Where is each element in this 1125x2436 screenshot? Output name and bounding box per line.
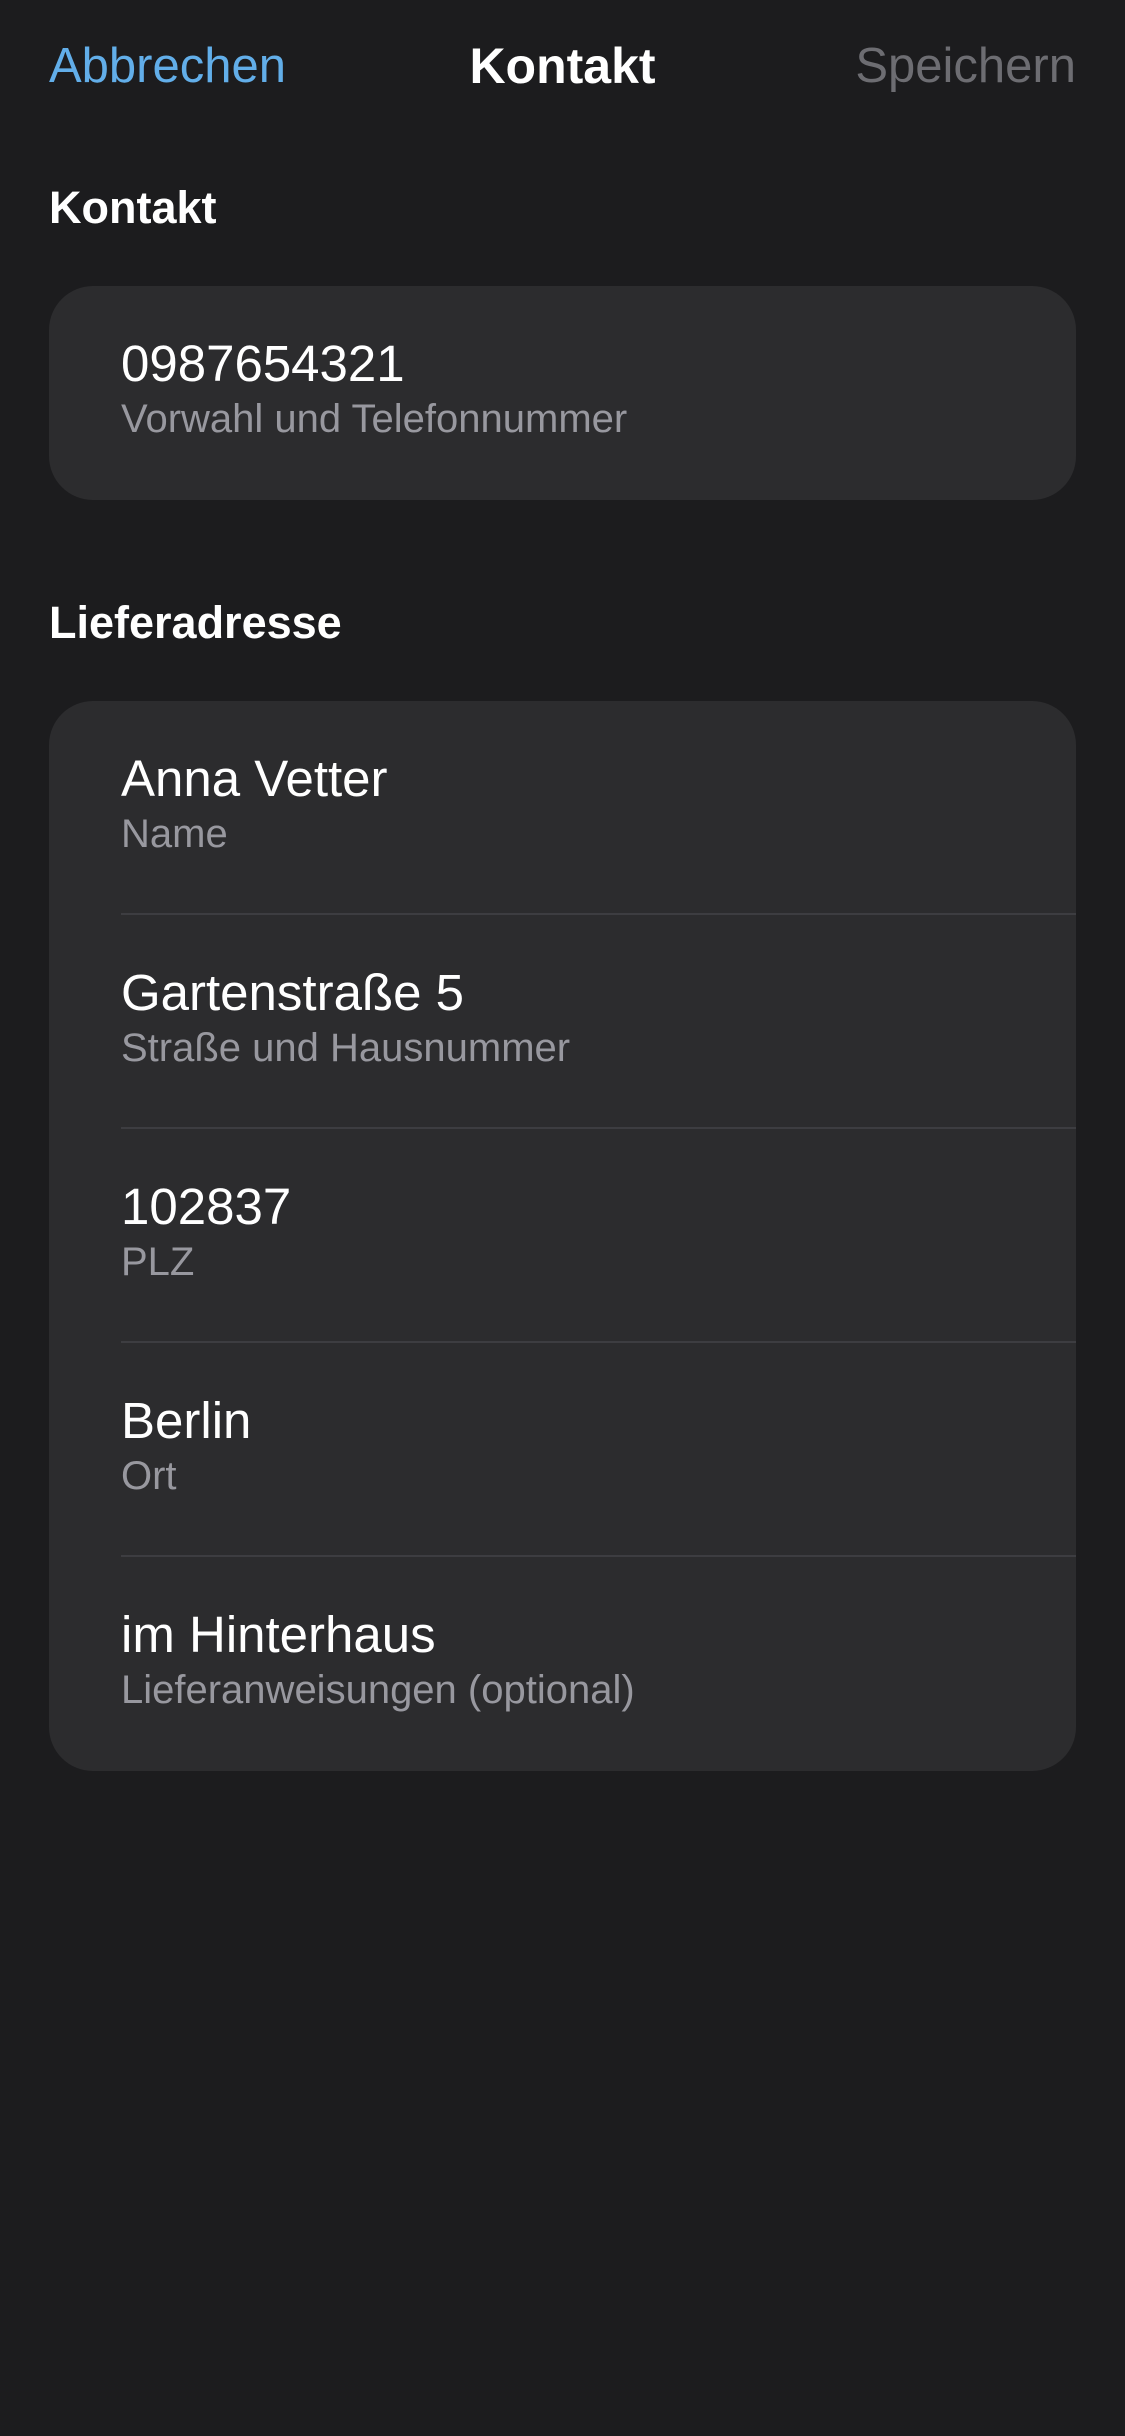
- cancel-button[interactable]: Abbrechen: [49, 36, 286, 96]
- name-field[interactable]: Anna Vetter Name: [49, 701, 1076, 915]
- postal-code-value: 102837: [121, 1178, 292, 1235]
- city-label: Ort: [121, 1454, 177, 1498]
- contact-card: 0987654321 Vorwahl und Telefonnummer: [49, 286, 1076, 500]
- phone-label: Vorwahl und Telefonnummer: [121, 397, 628, 441]
- delivery-instructions-value: im Hinterhaus: [121, 1606, 436, 1663]
- delivery-instructions-label: Lieferanweisungen (optional): [121, 1668, 635, 1712]
- city-value: Berlin: [121, 1392, 252, 1449]
- street-field[interactable]: Gartenstraße 5 Straße und Hausnummer: [49, 915, 1076, 1129]
- contact-section-header: Kontakt: [49, 182, 217, 233]
- address-section-header: Lieferadresse: [49, 597, 342, 648]
- name-label: Name: [121, 812, 228, 856]
- street-label: Straße und Hausnummer: [121, 1026, 571, 1070]
- delivery-instructions-field[interactable]: im Hinterhaus Lieferanweisungen (optiona…: [49, 1557, 1076, 1771]
- address-card: Anna Vetter Name Gartenstraße 5 Straße u…: [49, 701, 1076, 1771]
- postal-code-label: PLZ: [121, 1240, 195, 1284]
- postal-code-field[interactable]: 102837 PLZ: [49, 1129, 1076, 1343]
- phone-field[interactable]: 0987654321 Vorwahl und Telefonnummer: [49, 286, 1076, 500]
- navigation-bar: Abbrechen Kontakt Speichern: [0, 0, 1125, 135]
- city-field[interactable]: Berlin Ort: [49, 1343, 1076, 1557]
- name-value: Anna Vetter: [121, 750, 388, 807]
- save-button[interactable]: Speichern: [855, 36, 1076, 96]
- phone-value: 0987654321: [121, 335, 405, 392]
- street-value: Gartenstraße 5: [121, 964, 464, 1021]
